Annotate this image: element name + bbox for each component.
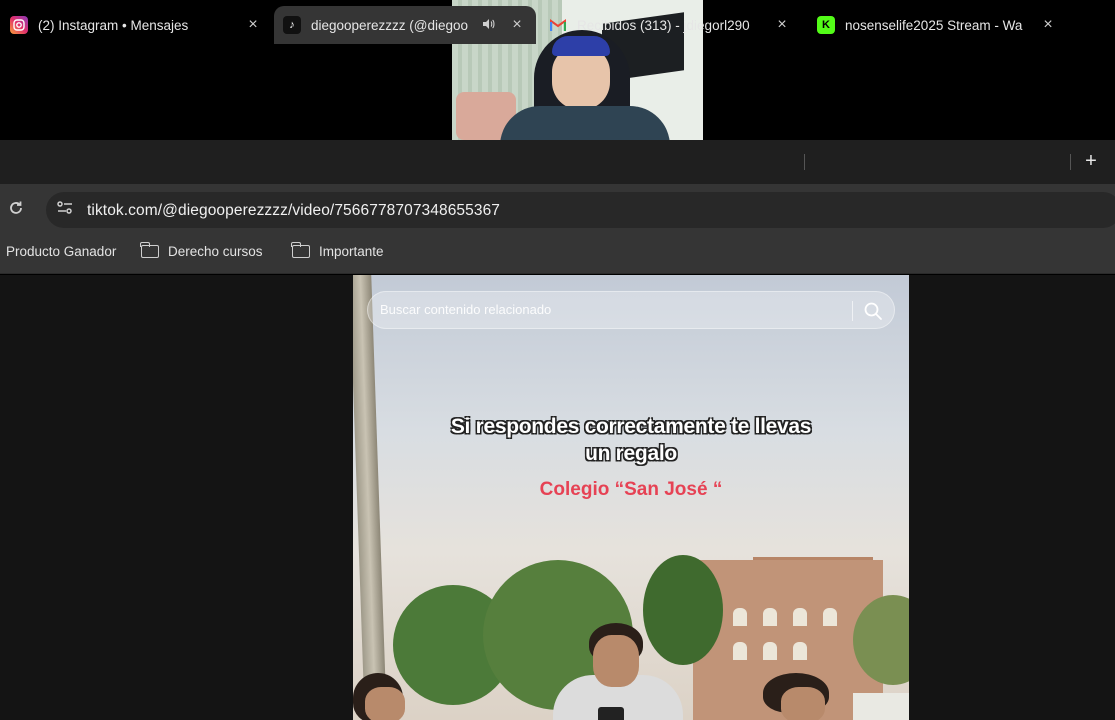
bookmarks-bar: Producto Ganador Derecho cursos Importan…	[0, 234, 1115, 274]
wall-sign	[853, 693, 909, 720]
tab-instagram[interactable]: (2) Instagram • Mensajes ×	[10, 6, 272, 44]
bookmark-label: Derecho cursos	[168, 244, 263, 259]
close-icon[interactable]: ×	[508, 16, 526, 34]
related-search-box[interactable]	[367, 291, 895, 329]
streamer-body	[500, 106, 670, 140]
person-face	[365, 687, 405, 720]
bookmark-derecho-cursos[interactable]: Derecho cursos	[140, 242, 263, 259]
bookmark-label: Producto Ganador	[6, 244, 117, 259]
url-text[interactable]: tiktok.com/@diegooperezzzz/video/7566778…	[87, 202, 500, 220]
video-player[interactable]: Si respondes correctamente te llevas un …	[353, 275, 909, 720]
video-caption: Si respondes correctamente te llevas un …	[353, 413, 909, 467]
speaker-icon[interactable]	[481, 17, 495, 34]
search-divider	[852, 301, 853, 321]
tab-title: Recibidos (313) - jdiegorl290	[577, 17, 750, 33]
tab-separator	[804, 154, 805, 170]
folder-icon	[140, 242, 159, 258]
close-icon[interactable]: ×	[1039, 16, 1057, 34]
close-icon[interactable]: ×	[244, 16, 262, 34]
search-input[interactable]	[380, 302, 840, 317]
tab-title: nosenselife2025 Stream - Wa	[845, 17, 1023, 33]
tree	[643, 555, 723, 665]
tab-kick[interactable]: K nosenselife2025 Stream - Wa ×	[817, 6, 1067, 44]
tab-title: (2) Instagram • Mensajes	[38, 17, 189, 33]
tab-tiktok[interactable]: ♪ diegooperezzzz (@diegoo ×	[274, 6, 536, 44]
search-icon[interactable]	[862, 300, 884, 322]
person-face	[781, 687, 825, 720]
screen: (2) Instagram • Mensajes × ♪ diegooperez…	[0, 0, 1115, 720]
site-settings-icon[interactable]	[54, 200, 76, 220]
reload-icon[interactable]	[6, 200, 26, 220]
caption-line: un regalo	[585, 442, 677, 465]
bookmark-importante[interactable]: Importante	[291, 242, 384, 259]
toolbar: tiktok.com/@diegooperezzzz/video/7566778…	[0, 184, 1115, 234]
tab-gmail[interactable]: Recibidos (313) - jdiegorl290 ×	[549, 6, 801, 44]
close-icon[interactable]: ×	[773, 16, 791, 34]
new-tab-button[interactable]: +	[1078, 148, 1104, 174]
tab-bar	[0, 140, 1115, 184]
tiktok-icon: ♪	[283, 16, 301, 34]
address-bar[interactable]: tiktok.com/@diegooperezzzz/video/7566778…	[46, 192, 1115, 228]
phone	[598, 707, 624, 720]
page-content: Si respondes correctamente te llevas un …	[0, 275, 1115, 720]
gmail-icon	[549, 16, 567, 34]
tab-title: diegooperezzzz (@diegoo	[311, 17, 469, 33]
bookmark-label: Importante	[319, 244, 384, 259]
location-caption: Colegio “San José “	[539, 479, 723, 500]
tab-separator	[1070, 154, 1071, 170]
kick-icon: K	[817, 16, 835, 34]
person-face	[593, 635, 639, 687]
caption-line: Si respondes correctamente te llevas	[450, 415, 812, 438]
bookmark-producto-ganador[interactable]: Producto Ganador	[6, 244, 116, 259]
instagram-icon	[10, 16, 28, 34]
folder-icon	[291, 242, 310, 258]
